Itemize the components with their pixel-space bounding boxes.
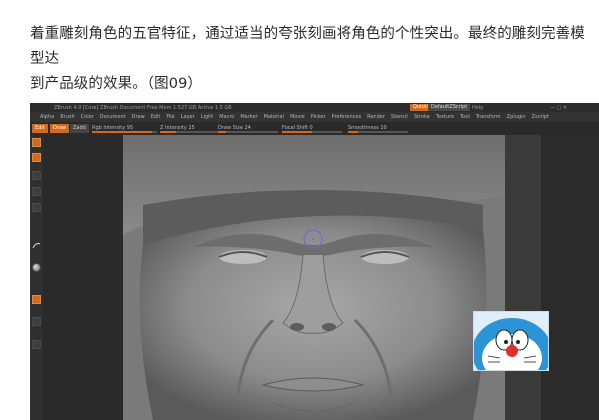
rgb-intensity-slider[interactable] [92, 131, 157, 133]
menu-item[interactable]: Alpha [40, 114, 54, 120]
menu-item[interactable]: Layer [181, 114, 195, 120]
menu-item[interactable]: Document [100, 114, 126, 120]
menu-item[interactable]: Macro [219, 114, 234, 120]
menu-item[interactable]: Marker [240, 114, 257, 120]
alpha-stroke-icon[interactable] [32, 235, 41, 249]
menu-item[interactable]: Zscript [532, 114, 549, 120]
material-sphere-icon[interactable] [32, 263, 41, 272]
help-button[interactable]: Help [472, 105, 483, 111]
menu-item[interactable]: Material [264, 114, 284, 120]
focal-shift-slider[interactable] [282, 131, 342, 133]
menu-item[interactable]: Movie [290, 114, 305, 120]
menu-item[interactable]: Brush [60, 114, 74, 120]
article-line-1: 着重雕刻角色的五官特征，通过适当的夸张刻画将角色的个性突出。最终的雕刻完善模型达 [30, 26, 585, 67]
default-script-button[interactable]: DefaultZScript [428, 104, 471, 111]
menu-item[interactable]: Zplugin [507, 114, 526, 120]
rotate-icon[interactable] [32, 203, 41, 212]
z-intensity-slider[interactable] [160, 131, 220, 133]
sculpt-viewport[interactable] [123, 135, 505, 420]
zbrush-title-text: ZBrush 4.0 [Core] ZBrush Document Free M… [54, 105, 232, 111]
menu-item[interactable]: Color [81, 114, 94, 120]
zbrush-menu-bar: Alpha Brush Color Document Draw Edit File Layer… [30, 112, 599, 122]
gradient-icon[interactable] [32, 317, 41, 326]
article-line-2: 到产品级的效果。（图09） [30, 76, 202, 92]
draw-button[interactable]: Draw [50, 124, 70, 133]
menu-item[interactable]: Light [201, 114, 213, 120]
edit-button[interactable]: Edit [32, 124, 48, 133]
menu-item[interactable]: Tool [460, 114, 470, 120]
texture-icon[interactable] [32, 340, 41, 349]
scale-icon[interactable] [32, 187, 41, 196]
brush-tool-icon[interactable] [32, 138, 41, 147]
draw-size-slider[interactable] [218, 131, 278, 133]
menu-item[interactable]: Picker [311, 114, 326, 120]
menu-item[interactable]: Transform [476, 114, 501, 120]
smoothness-slider[interactable] [348, 131, 408, 133]
menu-item[interactable]: Preferences [332, 114, 361, 120]
doraemon-image [473, 311, 549, 371]
menu-item[interactable]: File [166, 114, 174, 120]
menu-item[interactable]: Edit [151, 114, 161, 120]
canvas-gutter [43, 135, 123, 420]
menu-item[interactable]: Texture [436, 114, 454, 120]
menu-item[interactable]: Render [367, 114, 385, 120]
window-controls-icon[interactable]: — ▢ ✕ [550, 105, 567, 111]
zbrush-top-toolbar: Edit Draw Zadd Rgb Intensity 95 Z Intens… [30, 122, 599, 135]
zbrush-left-shelf [30, 135, 44, 420]
zadd-button[interactable]: Zadd [70, 124, 89, 133]
menu-item[interactable]: Stroke [414, 114, 430, 120]
zbrush-title-bar: ZBrush 4.0 [Core] ZBrush Document Free M… [30, 103, 599, 112]
menu-item[interactable]: Stencil [391, 114, 408, 120]
zbrush-right-shelf [541, 135, 599, 420]
menu-item[interactable]: Draw [132, 114, 145, 120]
zbrush-screenshot: ZBrush 4.0 [Core] ZBrush Document Free M… [30, 103, 599, 420]
move-icon[interactable] [32, 171, 41, 180]
stroke-icon[interactable] [32, 153, 41, 162]
head-sculpt-render [123, 135, 505, 420]
article-paragraph: 着重雕刻角色的五官特征，通过适当的夸张刻画将角色的个性突出。最终的雕刻完善模型达… [30, 22, 595, 97]
color-swatch-icon[interactable] [32, 295, 41, 304]
